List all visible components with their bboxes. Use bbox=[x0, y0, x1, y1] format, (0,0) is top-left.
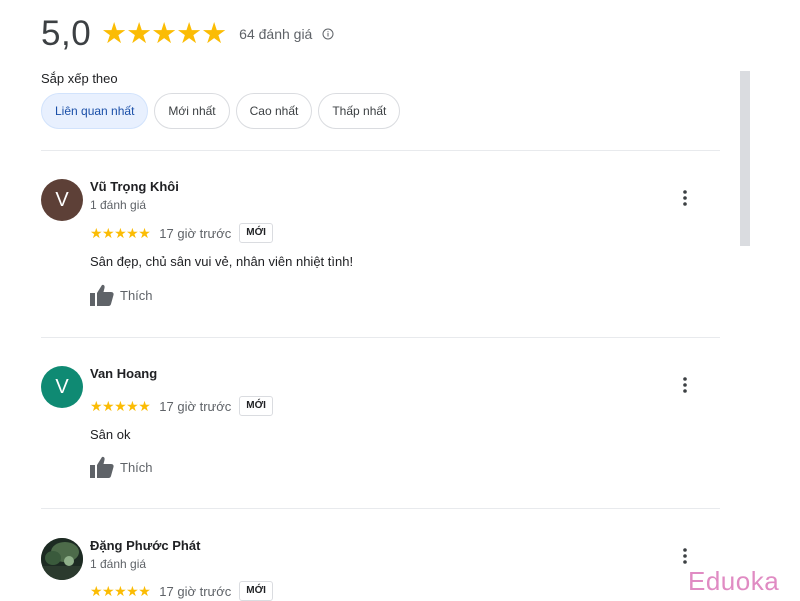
reviewer-name[interactable]: Vũ Trọng Khôi bbox=[90, 179, 179, 194]
info-circle-icon[interactable] bbox=[322, 28, 334, 40]
sort-chip-lowest[interactable]: Thấp nhất bbox=[318, 93, 401, 129]
review-text: Sân ok bbox=[90, 427, 131, 442]
thumbs-up-icon bbox=[90, 456, 114, 478]
profile-photo-icon bbox=[41, 538, 83, 580]
divider bbox=[41, 150, 720, 151]
new-badge: MỚI bbox=[239, 223, 273, 243]
avatar[interactable]: V bbox=[41, 366, 83, 408]
review-time: 17 giờ trước bbox=[159, 225, 232, 241]
reviewer-name[interactable]: Đặng Phước Phát bbox=[90, 538, 200, 553]
sort-chip-highest[interactable]: Cao nhất bbox=[235, 93, 313, 129]
eduoka-watermark: Eduoka bbox=[688, 566, 780, 596]
sort-label: Sắp xếp theo bbox=[41, 71, 118, 86]
summary-stars: ★★★★★ bbox=[101, 17, 227, 50]
reviewer-review-count: 1 đánh giá bbox=[90, 557, 147, 571]
avatar[interactable]: V bbox=[41, 179, 83, 221]
review-time: 17 giờ trước bbox=[159, 583, 232, 599]
like-label: Thích bbox=[120, 459, 153, 475]
review-stars: ★★★★★ bbox=[90, 583, 151, 599]
review-stars: ★★★★★ bbox=[90, 225, 151, 241]
reviewer-name[interactable]: Van Hoang bbox=[90, 366, 157, 381]
new-badge: MỚI bbox=[239, 581, 273, 601]
new-badge: MỚI bbox=[239, 396, 273, 416]
review-stars: ★★★★★ bbox=[90, 398, 151, 414]
like-button[interactable]: Thích bbox=[90, 284, 153, 306]
thumbs-up-icon bbox=[90, 284, 114, 306]
rating-summary: 5,0 ★★★★★ 64 đánh giá bbox=[41, 14, 334, 54]
sort-chip-relevant[interactable]: Liên quan nhất bbox=[41, 93, 149, 129]
divider bbox=[41, 508, 720, 509]
avatar-photo[interactable] bbox=[41, 538, 83, 580]
like-button[interactable]: Thích bbox=[90, 456, 153, 478]
sort-chip-group: Liên quan nhất Mới nhất Cao nhất Thấp nh… bbox=[41, 93, 406, 129]
sort-chip-newest[interactable]: Mới nhất bbox=[154, 93, 230, 129]
review-time: 17 giờ trước bbox=[159, 398, 232, 414]
more-options-icon[interactable] bbox=[677, 546, 693, 566]
review-meta: ★★★★★ 17 giờ trước MỚI bbox=[90, 396, 273, 416]
review-meta: ★★★★★ 17 giờ trước MỚI bbox=[90, 581, 273, 601]
average-score: 5,0 bbox=[41, 14, 92, 53]
divider bbox=[41, 337, 720, 338]
like-label: Thích bbox=[120, 287, 153, 303]
more-options-icon[interactable] bbox=[677, 375, 693, 395]
total-review-count: 64 đánh giá bbox=[239, 26, 313, 42]
review-text: Sân đẹp, chủ sân vui vẻ, nhân viên nhiệt… bbox=[90, 254, 354, 269]
reviewer-review-count: 1 đánh giá bbox=[90, 198, 147, 212]
scrollbar-thumb[interactable] bbox=[740, 71, 750, 246]
review-meta: ★★★★★ 17 giờ trước MỚI bbox=[90, 223, 273, 243]
more-options-icon[interactable] bbox=[677, 188, 693, 208]
